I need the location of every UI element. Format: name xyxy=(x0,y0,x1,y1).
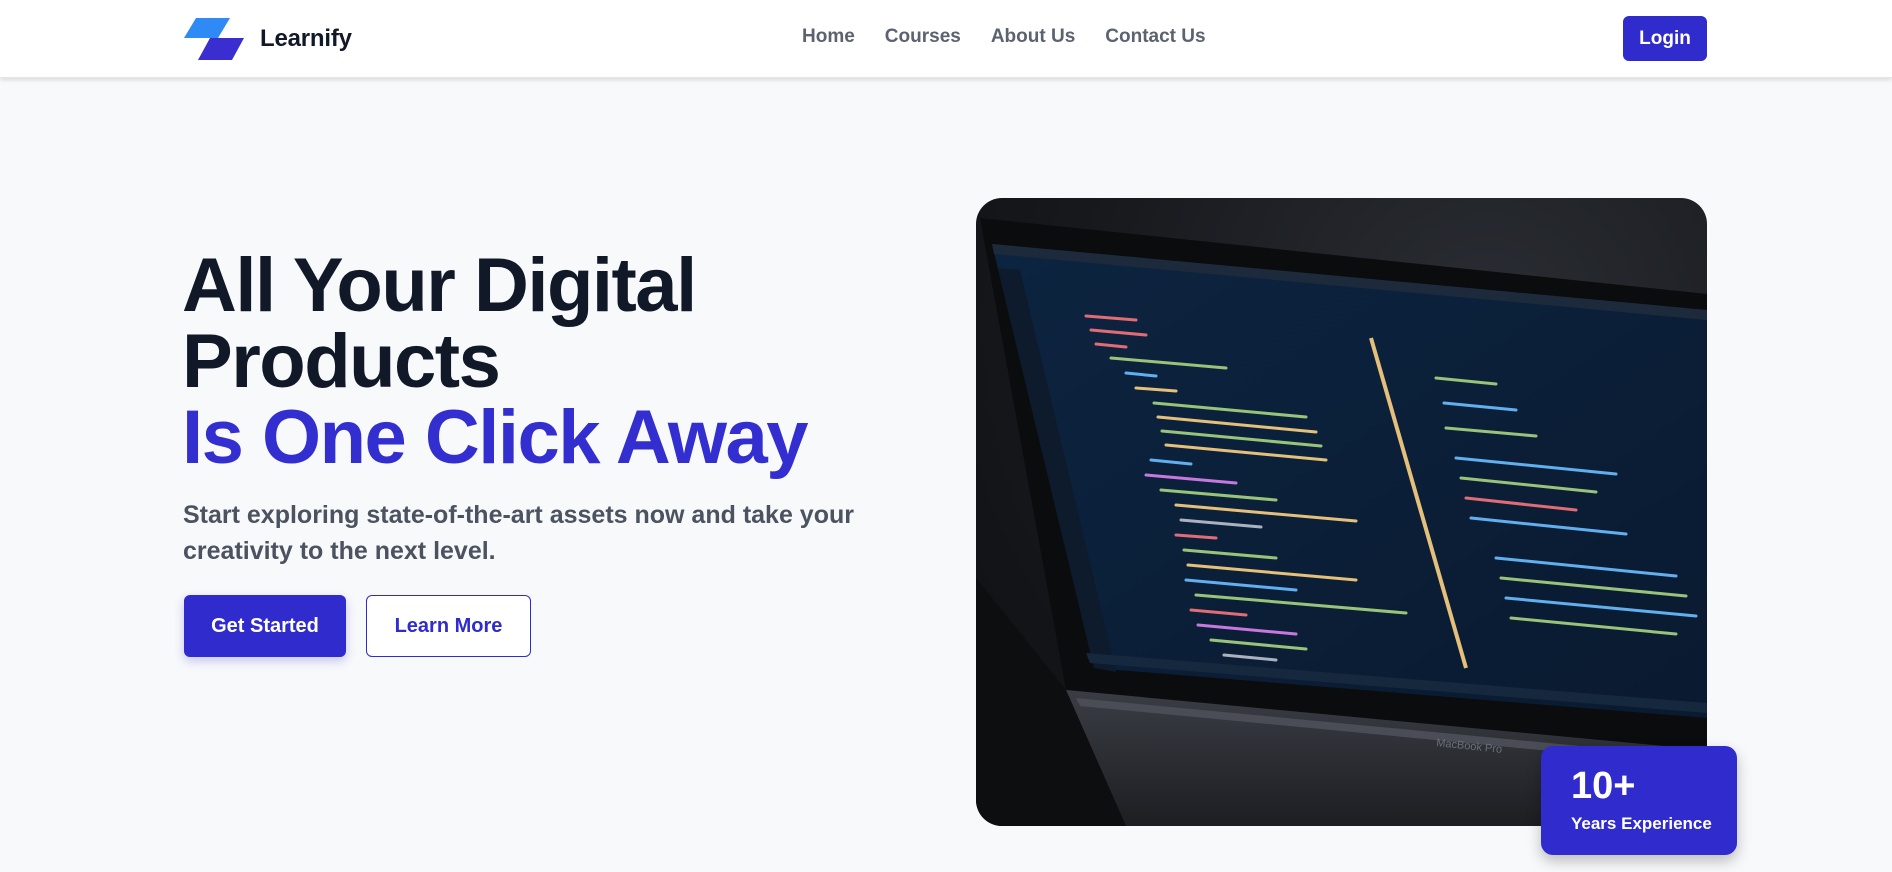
nav-link-home[interactable]: Home xyxy=(802,26,855,47)
brand-name: Learnify xyxy=(260,25,352,52)
login-button[interactable]: Login xyxy=(1623,16,1707,61)
hero-title: All Your Digital Products Is One Click A… xyxy=(182,248,902,476)
experience-label: Years Experience xyxy=(1571,814,1712,833)
hero-subtitle: Start exploring state-of-the-art assets … xyxy=(183,501,854,565)
hero-title-line-2: Products xyxy=(182,319,501,404)
main-nav: Home Courses About Us Contact Us xyxy=(802,26,1206,48)
hero-title-line-1: All Your Digital xyxy=(182,243,697,328)
nav-link-about-us[interactable]: About Us xyxy=(991,26,1075,47)
nav-link-courses[interactable]: Courses xyxy=(885,26,961,47)
nav-item-courses: Courses xyxy=(885,26,961,48)
nav-item-about: About Us xyxy=(991,26,1075,48)
hero-title-accent: Is One Click Away xyxy=(182,395,809,480)
nav-link-contact-us[interactable]: Contact Us xyxy=(1105,26,1205,47)
brand-logo-link[interactable]: Learnify xyxy=(184,14,352,64)
navbar: Learnify Home Courses About Us Contact U… xyxy=(0,0,1892,78)
logo-icon xyxy=(184,18,244,60)
learn-more-button[interactable]: Learn More xyxy=(366,595,531,657)
get-started-button[interactable]: Get Started xyxy=(184,595,346,657)
experience-badge: 10+ Years Experience xyxy=(1541,746,1737,855)
experience-number: 10+ xyxy=(1571,765,1636,807)
nav-item-contact: Contact Us xyxy=(1105,26,1205,48)
nav-item-home: Home xyxy=(802,26,855,48)
hero-laptop-image: MacBook Pro xyxy=(976,198,1707,826)
